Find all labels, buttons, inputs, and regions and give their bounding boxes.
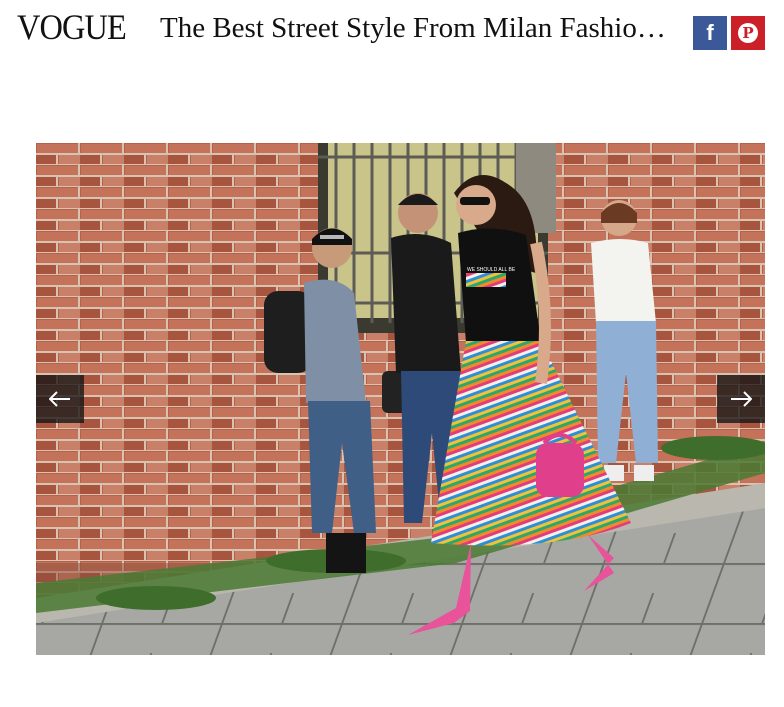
gallery-prev-button[interactable] bbox=[36, 375, 84, 423]
gallery-next-button[interactable] bbox=[717, 375, 765, 423]
arrow-left-icon bbox=[49, 391, 70, 407]
tshirt-text: WE SHOULD ALL BE bbox=[467, 267, 516, 273]
facebook-icon: f bbox=[706, 20, 714, 45]
facebook-share-button[interactable]: f bbox=[693, 16, 727, 50]
vogue-logo[interactable]: VOGUE bbox=[17, 9, 127, 45]
street-style-photo: WE SHOULD ALL BE bbox=[36, 143, 765, 655]
article-title: The Best Street Style From Milan Fashion… bbox=[160, 12, 670, 44]
pinterest-icon: P bbox=[738, 23, 758, 43]
arrow-right-icon bbox=[731, 391, 752, 407]
pinterest-share-button[interactable]: P bbox=[731, 16, 765, 50]
photo-gallery[interactable]: WE SHOULD ALL BE bbox=[36, 143, 765, 655]
site-header: VOGUE The Best Street Style From Milan F… bbox=[0, 0, 784, 66]
